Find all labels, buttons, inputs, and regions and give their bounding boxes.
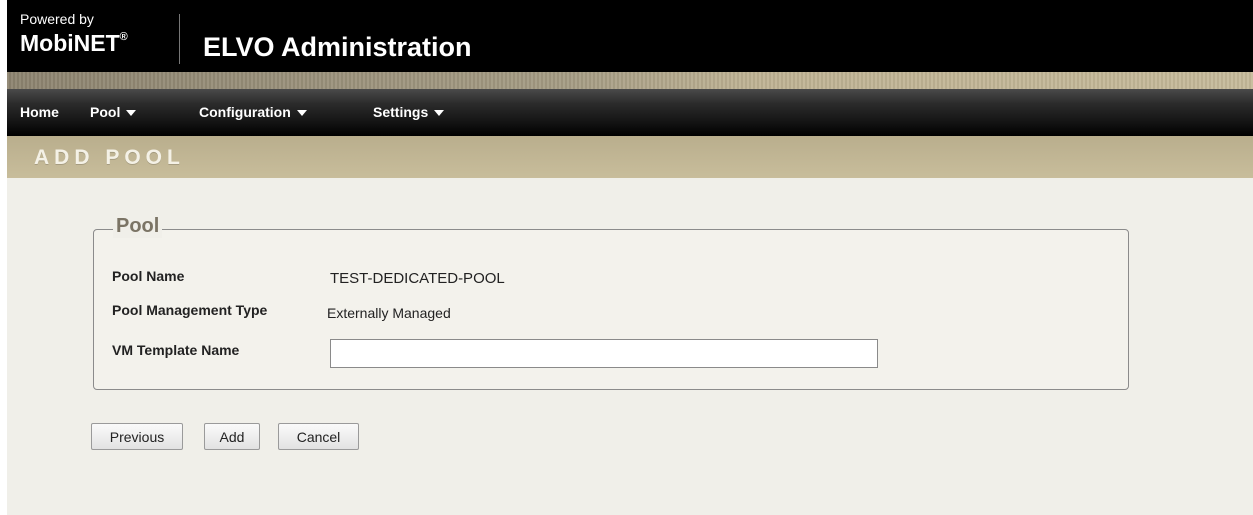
main-nav: Home Pool Configuration Settings (7, 89, 1253, 136)
registered-mark: ® (119, 31, 128, 44)
pool-fieldset-legend: Pool (113, 215, 163, 238)
nav-item-settings[interactable]: Settings (373, 104, 445, 120)
nav-item-configuration[interactable]: Configuration (199, 104, 307, 120)
chevron-down-icon (434, 110, 445, 117)
header-divider (179, 14, 180, 64)
vm-template-name-input[interactable] (330, 339, 878, 368)
brand-name: MobiNET (20, 30, 120, 56)
pool-name-value: TEST-DEDICATED-POOL (330, 270, 505, 287)
page-title: ADD POOL (34, 146, 185, 169)
powered-by-text: Powered by (20, 11, 94, 27)
chevron-down-icon (126, 110, 137, 117)
nav-item-label: Settings (373, 104, 429, 120)
header: Powered by MobiNET® ELVO Administration (7, 0, 1253, 72)
pool-management-type-value: Externally Managed (327, 305, 451, 321)
page-title-bar (7, 136, 1253, 178)
chevron-down-icon (296, 110, 307, 117)
nav-item-label: Pool (90, 104, 121, 120)
nav-item-home[interactable]: Home (20, 104, 59, 120)
cancel-button[interactable]: Cancel (278, 423, 359, 450)
nav-item-label: Configuration (199, 104, 291, 120)
previous-button[interactable]: Previous (91, 423, 183, 450)
app-window: Powered by MobiNET® ELVO Administration … (7, 0, 1253, 515)
pool-name-label: Pool Name (112, 268, 185, 284)
brand-logo: MobiNET® (20, 30, 128, 57)
nav-item-label: Home (20, 104, 59, 120)
nav-item-pool[interactable]: Pool (90, 104, 137, 120)
app-title: ELVO Administration (203, 32, 472, 62)
pool-management-type-label: Pool Management Type (112, 302, 268, 318)
add-button[interactable]: Add (204, 423, 260, 450)
vm-template-name-label: VM Template Name (112, 342, 240, 358)
header-texture-band (7, 72, 1253, 89)
